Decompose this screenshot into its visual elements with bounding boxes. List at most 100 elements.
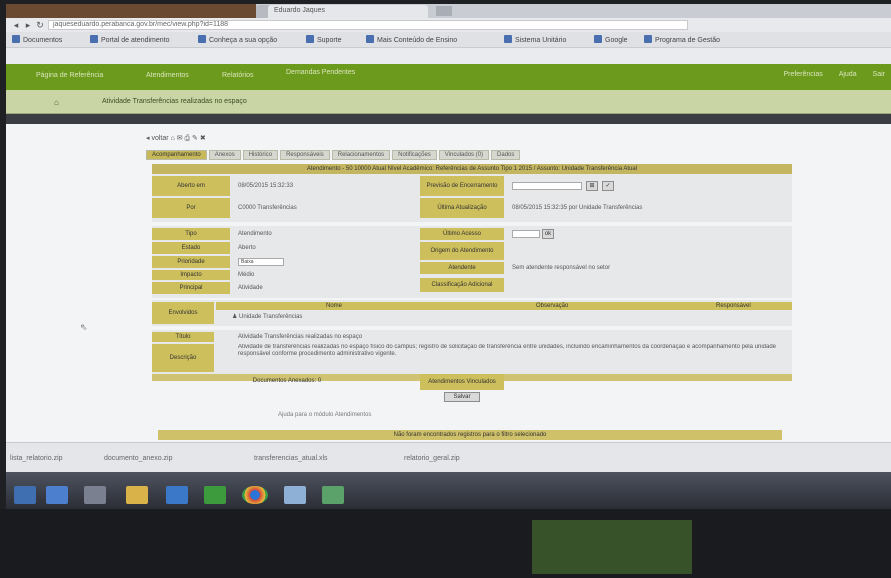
monitor-screen: Eduardo Jaques ◂ ▸ ↻ jaqueseduardo.perab… bbox=[6, 4, 891, 509]
browser-tab-active[interactable]: Eduardo Jaques bbox=[268, 5, 428, 18]
envolvido-row[interactable]: ♟ Unidade Transferências bbox=[232, 313, 302, 321]
bookmark-item[interactable]: Conheça a sua opção bbox=[198, 35, 277, 44]
nav-item[interactable]: Relatórios bbox=[222, 72, 254, 80]
help-footer-link[interactable]: Ajuda para o módulo Atendimentos bbox=[278, 412, 371, 418]
address-row: ◂ ▸ ↻ jaqueseduardo.perabanca.gov.br/mec… bbox=[6, 18, 891, 32]
empty-results-bar: Não foram encontrados registros para o f… bbox=[158, 430, 782, 440]
tab-responsaveis[interactable]: Responsáveis bbox=[280, 150, 330, 160]
browser-tab-label: Eduardo Jaques bbox=[274, 7, 325, 14]
bookmark-item[interactable]: Programa de Gestão bbox=[644, 35, 720, 44]
bookmark-icon bbox=[644, 35, 652, 43]
desktop-icon[interactable] bbox=[46, 486, 68, 504]
previsao-input[interactable] bbox=[512, 182, 582, 190]
tab-dados[interactable]: Dados bbox=[491, 150, 521, 160]
bookmark-icon bbox=[366, 35, 374, 43]
app-icon[interactable] bbox=[284, 486, 306, 504]
bookmark-icon bbox=[594, 35, 602, 43]
bookmark-item[interactable]: Mais Conteúdo de Ensino bbox=[366, 35, 457, 44]
tab-vinculados[interactable]: Vinculados (0) bbox=[438, 150, 490, 160]
record-tabs: Acompanhamento Anexos Histórico Responsávei… bbox=[146, 150, 522, 160]
download-item[interactable]: relatorio_geral.zip bbox=[404, 455, 460, 462]
tab-historico[interactable]: Histórico bbox=[242, 150, 279, 160]
calendar-button[interactable]: ⊞ bbox=[586, 181, 598, 191]
new-tab-button[interactable] bbox=[436, 6, 452, 16]
bookmark-item[interactable]: Portal de atendimento bbox=[90, 35, 170, 44]
download-item[interactable]: documento_anexo.zip bbox=[104, 455, 173, 462]
aberto-em-value: 08/05/2015 15:32:33 bbox=[238, 183, 294, 189]
bookmark-icon bbox=[306, 35, 314, 43]
download-item[interactable]: lista_relatorio.zip bbox=[10, 455, 63, 462]
chrome-icon[interactable] bbox=[242, 486, 268, 504]
principal-value: Atividade bbox=[238, 285, 263, 291]
bookmark-item[interactable]: Documentos bbox=[12, 35, 62, 44]
ultimo-acesso-select[interactable] bbox=[512, 230, 540, 238]
confirm-button[interactable]: ✓ bbox=[602, 181, 614, 191]
nav-item[interactable]: Página de Referência bbox=[36, 72, 103, 80]
home-icon[interactable]: ⌂ bbox=[54, 98, 59, 107]
bookmark-label: Suporte bbox=[317, 37, 342, 44]
back-icon[interactable]: ◂ bbox=[10, 19, 22, 31]
record-toolbar[interactable]: ◂ voltar ⌂ ✉ ⎙ ✎ ✖ bbox=[146, 134, 206, 143]
download-shelf: lista_relatorio.zip documento_anexo.zip … bbox=[6, 442, 891, 472]
explorer-icon[interactable] bbox=[84, 486, 106, 504]
bookmarks-bar: Documentos Portal de atendimento Conheça… bbox=[6, 32, 891, 48]
vinculados-label: Atendimentos Vinculados bbox=[420, 374, 504, 390]
save-button[interactable]: Salvar bbox=[444, 392, 480, 402]
bookmark-label: Mais Conteúdo de Ensino bbox=[377, 37, 458, 44]
tab-notificacoes[interactable]: Notificações bbox=[392, 150, 437, 160]
bookmark-item[interactable]: Sistema Unitário bbox=[504, 35, 566, 44]
bookmark-icon bbox=[198, 35, 206, 43]
nav-right-links: Preferências Ajuda Sair bbox=[769, 71, 885, 78]
ok-button[interactable]: ok bbox=[542, 229, 554, 239]
tab-anexos[interactable]: Anexos bbox=[208, 150, 241, 160]
tab-relacionamentos[interactable]: Relacionamentos bbox=[331, 150, 391, 160]
por-value: C0000 Transferências bbox=[238, 205, 297, 211]
word-icon[interactable] bbox=[166, 486, 188, 504]
field-label: Estado bbox=[152, 242, 230, 254]
impacto-value: Médio bbox=[238, 272, 255, 278]
bookmark-icon bbox=[504, 35, 512, 43]
field-label: Envolvidos bbox=[152, 302, 214, 324]
preferences-link[interactable]: Preferências bbox=[783, 71, 822, 78]
start-icon[interactable] bbox=[14, 486, 36, 504]
field-label: Classificação Adicional bbox=[420, 278, 504, 292]
field-label: Tipo bbox=[152, 228, 230, 240]
desktop-edge bbox=[6, 4, 256, 18]
documentos-link[interactable]: Documentos Anexados: 0 bbox=[192, 376, 382, 386]
nav-item[interactable]: Demandas Pendentes bbox=[286, 69, 356, 77]
tab-acompanhamento[interactable]: Acompanhamento bbox=[146, 150, 207, 160]
logout-link[interactable]: Sair bbox=[873, 71, 885, 78]
help-link[interactable]: Ajuda bbox=[839, 71, 857, 78]
ultima-value: 08/05/2015 15:32:35 por Unidade Transfer… bbox=[512, 205, 643, 211]
field-label: Prioridade bbox=[152, 256, 230, 268]
breadcrumb-text[interactable]: Atividade Transferências realizadas no e… bbox=[102, 98, 247, 105]
prioridade-select[interactable]: Baixa bbox=[238, 258, 284, 266]
record-form: Atendimento - 50 10000 Atual Nível Acadê… bbox=[152, 164, 792, 402]
breadcrumb: ⌂ Atividade Transferências realizadas no… bbox=[6, 90, 891, 114]
titulo-value: Atividade Transferências realizadas no e… bbox=[238, 334, 363, 340]
folder-icon[interactable] bbox=[126, 486, 148, 504]
app-icon[interactable] bbox=[322, 486, 344, 504]
site-navigation: Página de Referência Atendimentos Relató… bbox=[6, 64, 891, 90]
atendente-value: Sem atendente responsável no setor bbox=[512, 265, 611, 271]
descricao-value: Atividade de transferências realizadas n… bbox=[238, 344, 777, 357]
download-item[interactable]: transferencias_atual.xls bbox=[254, 455, 328, 462]
column-header-nome: Nome bbox=[326, 302, 343, 309]
forward-icon[interactable]: ▸ bbox=[22, 19, 34, 31]
field-label: Título bbox=[152, 332, 214, 342]
excel-icon[interactable] bbox=[204, 486, 226, 504]
nav-item[interactable]: Atendimentos bbox=[146, 72, 189, 80]
main-content: ◂ voltar ⌂ ✉ ⎙ ✎ ✖ Acompanhamento Anexos H… bbox=[6, 124, 891, 442]
user-icon: ♟ bbox=[232, 314, 240, 320]
bookmark-icon bbox=[12, 35, 20, 43]
url-input[interactable]: jaqueseduardo.perabanca.gov.br/mec/view.… bbox=[48, 20, 688, 30]
column-header-responsavel: Responsável bbox=[716, 302, 751, 309]
bookmark-label: Programa de Gestão bbox=[655, 37, 720, 44]
mouse-cursor-icon: ⇖ bbox=[80, 322, 88, 332]
bookmark-item[interactable]: Google bbox=[594, 35, 628, 44]
bookmark-item[interactable]: Suporte bbox=[306, 35, 342, 44]
reload-icon[interactable]: ↻ bbox=[34, 19, 46, 31]
field-label: Última Atualização bbox=[420, 198, 504, 218]
bookmark-label: Conheça a sua opção bbox=[209, 37, 278, 44]
bookmark-label: Sistema Unitário bbox=[515, 37, 567, 44]
